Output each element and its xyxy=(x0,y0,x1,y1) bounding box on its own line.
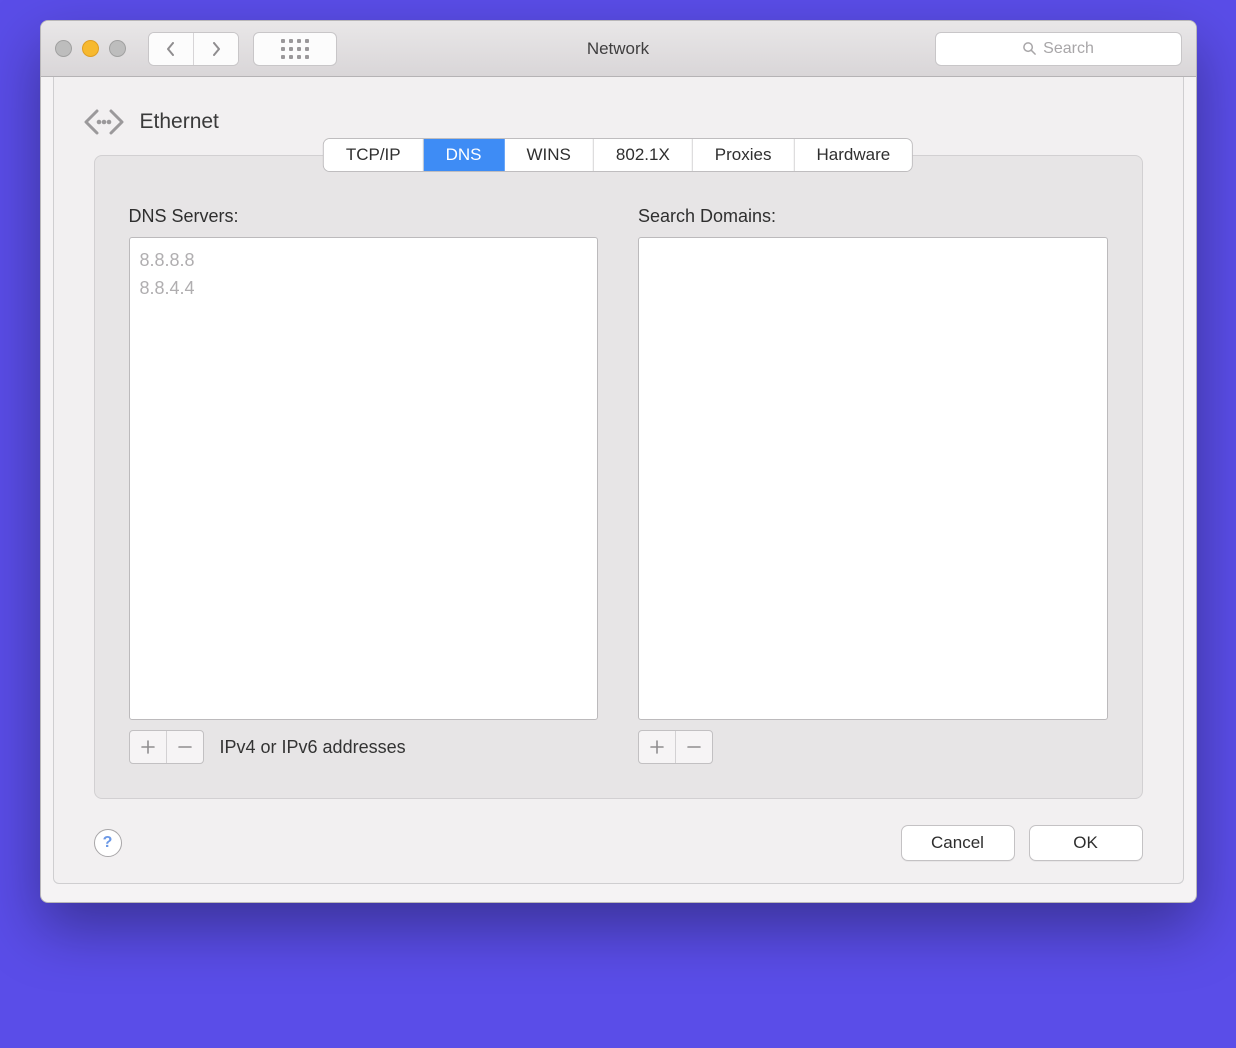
chevron-right-icon xyxy=(210,42,222,56)
search-icon xyxy=(1022,41,1037,56)
search-placeholder: Search xyxy=(1043,40,1094,58)
forward-button[interactable] xyxy=(194,33,238,65)
remove-dns-server-button[interactable] xyxy=(167,731,203,763)
tab-dns[interactable]: DNS xyxy=(424,139,505,171)
interface-name: Ethernet xyxy=(140,110,219,134)
search-field[interactable]: Search xyxy=(935,32,1182,66)
remove-search-domain-button[interactable] xyxy=(676,731,712,763)
dns-servers-column: DNS Servers: 8.8.8.8 8.8.4.4 xyxy=(129,206,599,764)
dns-columns: DNS Servers: 8.8.8.8 8.8.4.4 xyxy=(129,206,1108,764)
search-domains-list[interactable] xyxy=(638,237,1108,720)
ethernet-icon xyxy=(82,105,126,139)
window-controls xyxy=(55,40,126,57)
minus-icon xyxy=(178,740,192,754)
grid-icon xyxy=(281,39,309,59)
help-button[interactable]: ? xyxy=(94,829,122,857)
add-dns-server-button[interactable] xyxy=(130,731,167,763)
close-window-icon[interactable] xyxy=(55,40,72,57)
search-domains-footer xyxy=(638,730,1108,764)
settings-panel: TCP/IP DNS WINS 802.1X Proxies Hardware … xyxy=(94,155,1143,799)
show-all-prefs-button[interactable] xyxy=(253,32,337,66)
bottom-bar: ? Cancel OK xyxy=(94,825,1143,861)
tab-hardware[interactable]: Hardware xyxy=(794,139,912,171)
tab-proxies[interactable]: Proxies xyxy=(693,139,795,171)
titlebar: Network Search xyxy=(41,21,1196,77)
list-item[interactable]: 8.8.8.8 xyxy=(140,246,588,274)
add-search-domain-button[interactable] xyxy=(639,731,676,763)
minus-icon xyxy=(687,740,701,754)
dns-servers-footer: IPv4 or IPv6 addresses xyxy=(129,730,599,764)
zoom-window-icon[interactable] xyxy=(109,40,126,57)
tab-tcpip[interactable]: TCP/IP xyxy=(324,139,424,171)
advanced-sheet: Ethernet TCP/IP DNS WINS 802.1X Proxies … xyxy=(53,77,1184,884)
dns-servers-label: DNS Servers: xyxy=(129,206,599,227)
nav-back-forward xyxy=(148,32,239,66)
tab-8021x[interactable]: 802.1X xyxy=(594,139,693,171)
search-domains-column: Search Domains: xyxy=(638,206,1108,764)
dns-servers-list[interactable]: 8.8.8.8 8.8.4.4 xyxy=(129,237,599,720)
dns-footer-note: IPv4 or IPv6 addresses xyxy=(220,737,406,758)
back-button[interactable] xyxy=(149,33,194,65)
plus-icon xyxy=(141,740,155,754)
dns-servers-add-remove xyxy=(129,730,204,764)
minimize-window-icon[interactable] xyxy=(82,40,99,57)
search-domains-add-remove xyxy=(638,730,713,764)
tabbar: TCP/IP DNS WINS 802.1X Proxies Hardware xyxy=(323,138,913,172)
ok-button[interactable]: OK xyxy=(1029,825,1143,861)
tab-wins[interactable]: WINS xyxy=(505,139,594,171)
chevron-left-icon xyxy=(165,42,177,56)
search-domains-label: Search Domains: xyxy=(638,206,1108,227)
cancel-button[interactable]: Cancel xyxy=(901,825,1015,861)
list-item[interactable]: 8.8.4.4 xyxy=(140,274,588,302)
network-prefs-window: Network Search Ethernet TCP/IP DNS WINS … xyxy=(40,20,1197,903)
plus-icon xyxy=(650,740,664,754)
